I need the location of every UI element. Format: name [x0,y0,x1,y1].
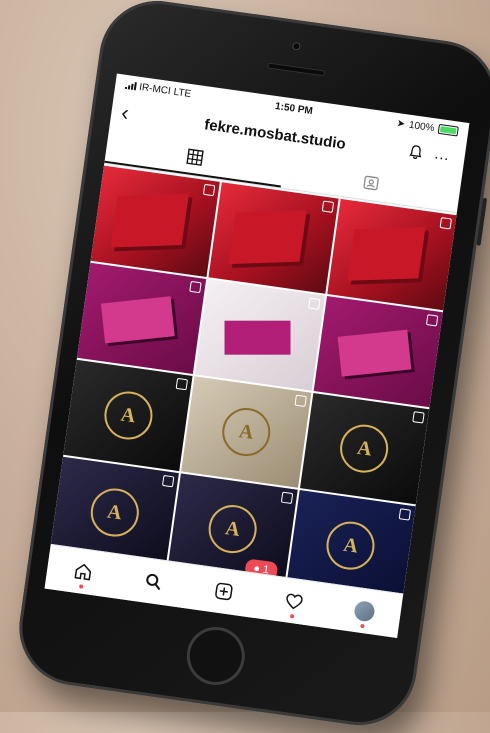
nav-home[interactable] [60,549,105,594]
add-post-icon [215,582,233,601]
post-thumbnail[interactable]: A [299,392,430,505]
crest-logo: A [323,518,378,573]
product-box-image [110,193,189,248]
more-icon[interactable]: ··· [427,147,455,167]
network-type: LTE [172,86,192,100]
nav-profile[interactable] [342,589,387,634]
signal-icon [124,81,137,91]
multi-post-icon [294,394,307,407]
nav-activity[interactable] [272,579,317,624]
battery-icon [437,123,459,137]
location-icon: ➤ [396,117,406,130]
nav-add[interactable] [201,569,246,614]
post-thumbnail[interactable] [208,182,339,294]
post-thumbnail[interactable] [326,198,457,311]
home-button[interactable] [183,623,249,689]
crest-logo: A [219,404,274,460]
multi-post-icon [321,200,334,213]
multi-post-icon [203,183,216,197]
nav-home-dot [78,584,84,589]
tagged-icon [363,175,379,191]
post-grid: AAAAAA [49,164,457,604]
post-thumbnail[interactable] [313,295,443,408]
bell-icon[interactable] [401,142,430,165]
post-thumbnail[interactable]: A [63,359,193,472]
business-card-image [100,296,175,344]
home-icon [74,563,91,581]
carrier-name: IR-MCI [138,81,172,97]
multi-post-icon [175,377,189,391]
status-time: 1:50 PM [274,100,314,117]
grid-icon [186,148,204,166]
search-icon [146,573,161,591]
post-thumbnail[interactable] [76,262,207,375]
crest-logo: A [337,421,392,476]
crest-logo: A [205,501,260,557]
heart-icon [286,593,303,610]
profile-avatar [353,599,377,623]
crest-logo: A [87,485,142,540]
multi-post-icon [398,508,412,521]
nav-profile-dot [360,623,366,629]
multi-post-icon [307,297,321,310]
product-box-image [228,210,308,265]
front-camera [291,41,301,51]
back-arrow-icon[interactable]: ‹ [120,100,149,129]
battery-percent: 100% [408,119,436,134]
nav-search[interactable] [131,559,176,604]
multi-post-icon [425,314,439,327]
multi-post-icon [412,411,425,424]
post-thumbnail[interactable] [195,279,325,391]
nav-activity-dot [289,613,295,619]
business-card-image [337,329,412,377]
post-thumbnail[interactable]: A [181,376,312,488]
crest-logo: A [100,388,156,443]
multi-post-icon [280,491,293,505]
multi-post-icon [439,217,452,230]
multi-post-icon [189,280,202,294]
side-button [476,197,488,246]
product-box-image [346,226,426,281]
business-card-image [224,320,291,355]
screen: IR-MCI LTE 1:50 PM ➤ 100% ‹ fekre.mosbat… [44,73,470,639]
multi-post-icon [162,474,175,488]
earpiece-speaker [267,62,326,77]
phone-device: IR-MCI LTE 1:50 PM ➤ 100% ‹ fekre.mosbat… [11,0,490,733]
post-thumbnail[interactable] [90,165,221,278]
